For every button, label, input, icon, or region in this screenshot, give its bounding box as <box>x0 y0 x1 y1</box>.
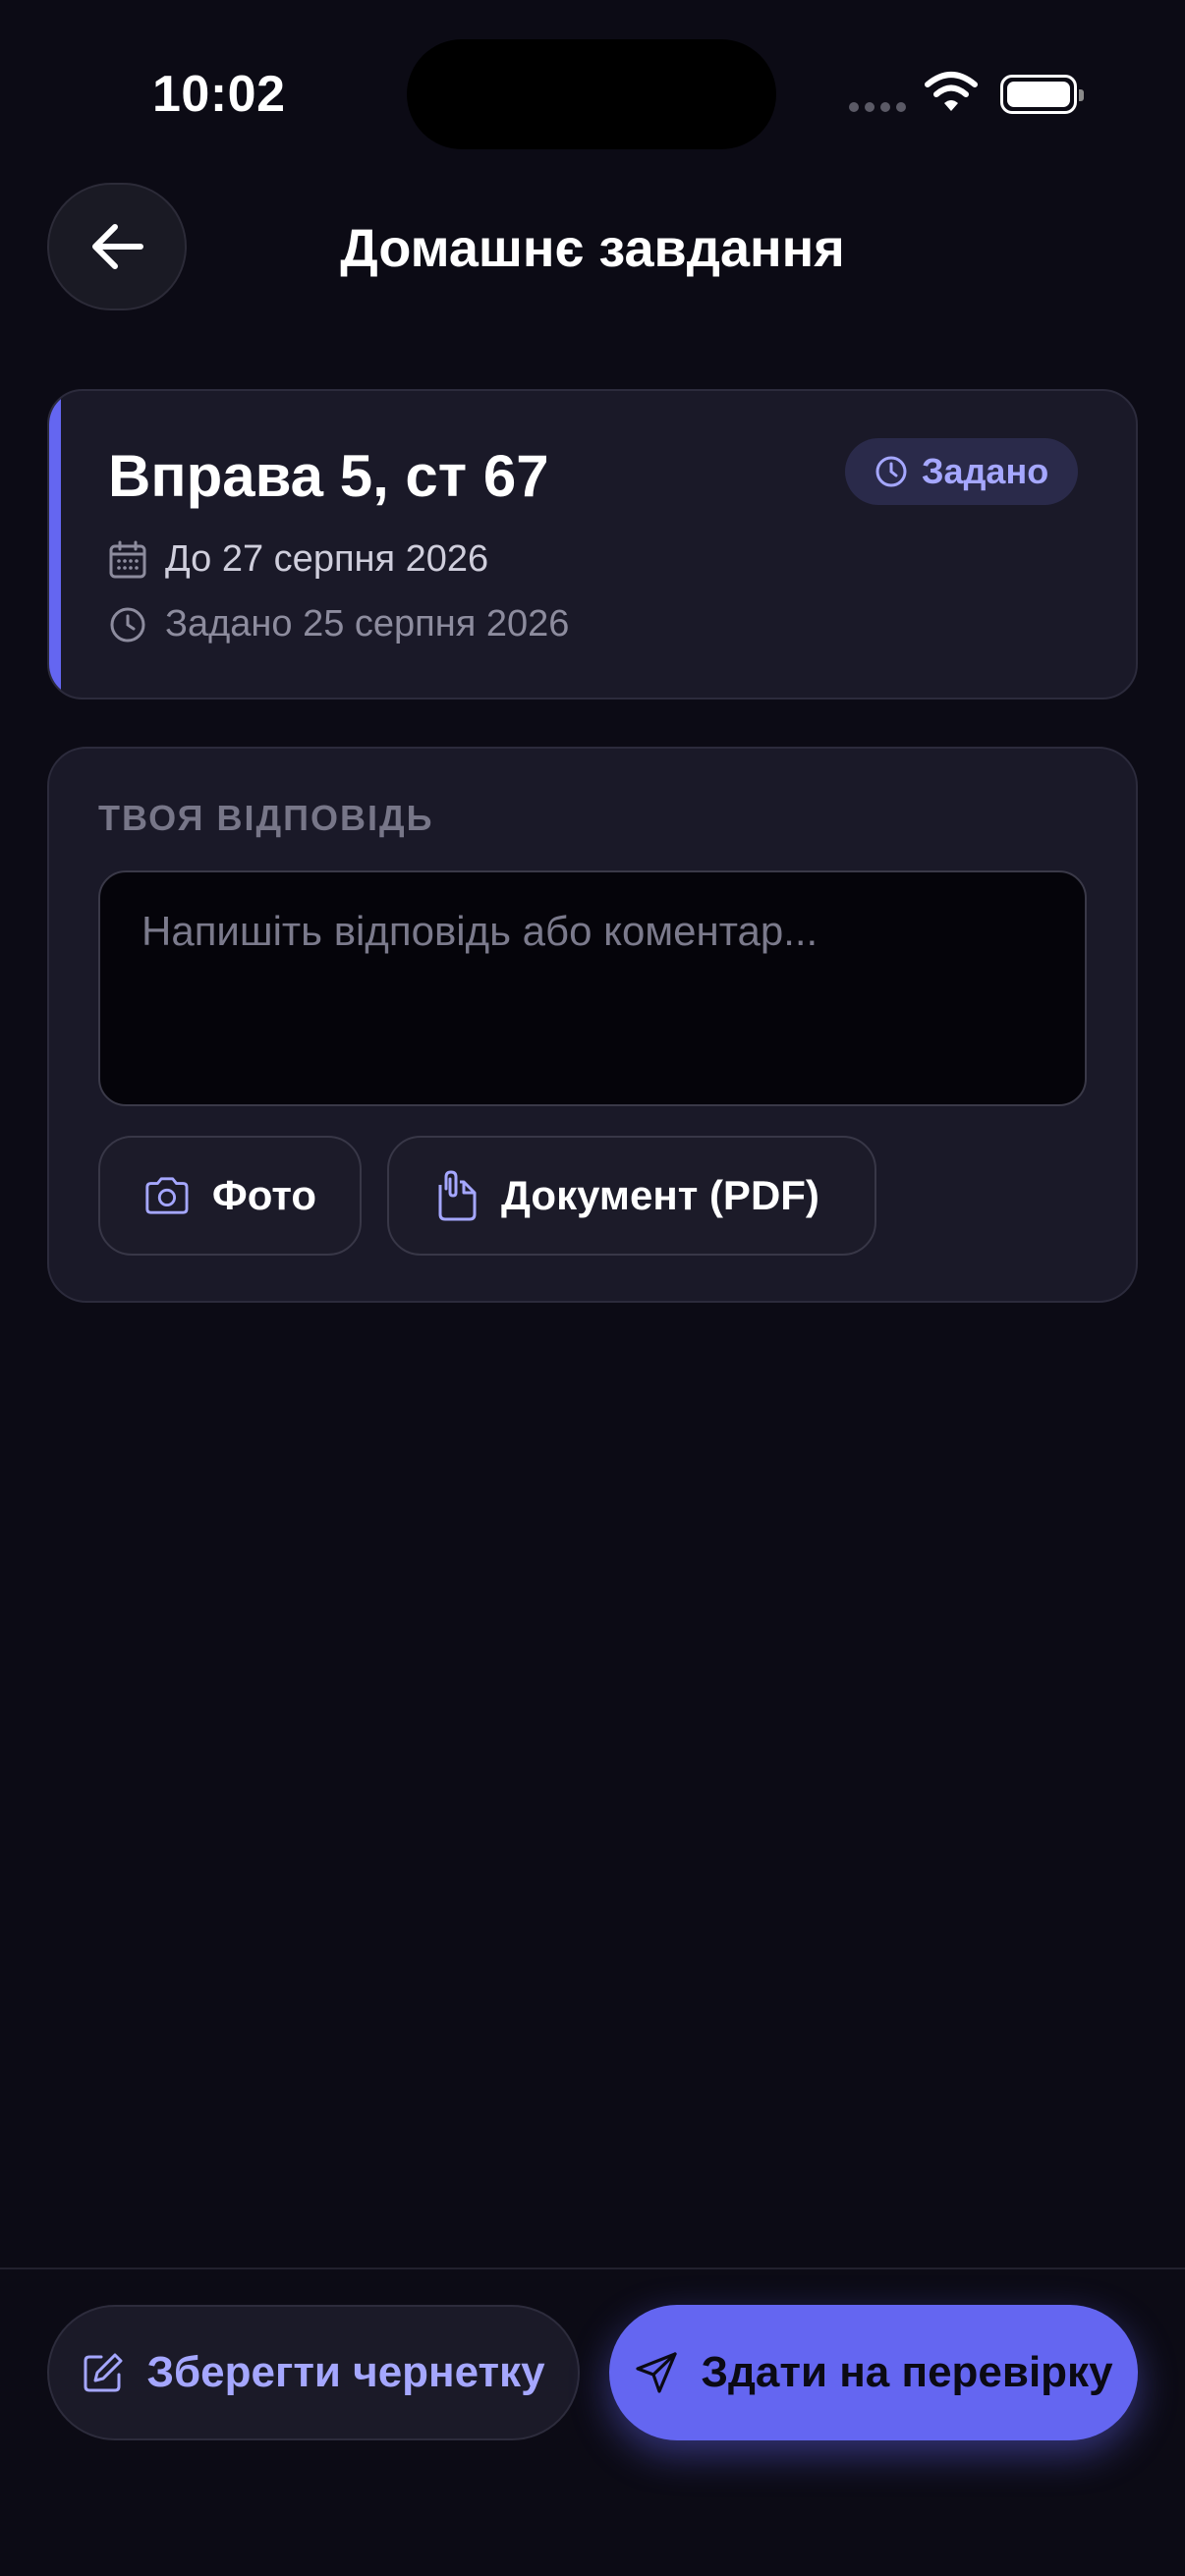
status-badge-label: Задано <box>922 451 1049 491</box>
save-draft-button[interactable]: Зберегти чернетку <box>47 2305 580 2440</box>
send-icon <box>636 2352 678 2393</box>
document-button[interactable]: Документ (PDF) <box>387 1136 876 1256</box>
task-title: Вправа 5, ст 67 <box>108 443 549 509</box>
task-due-label: До 27 серпня 2026 <box>165 538 489 580</box>
clock-icon <box>875 456 907 487</box>
status-badge: Задано <box>845 438 1079 505</box>
task-card: Вправа 5, ст 67 Задано До 27 серпня 2026… <box>47 389 1138 700</box>
edit-icon <box>84 2353 123 2392</box>
task-assigned-label: Задано 25 серпня 2026 <box>165 603 570 644</box>
submit-button[interactable]: Здати на перевірку <box>609 2305 1138 2440</box>
task-accent-bar <box>49 391 61 698</box>
submit-label: Здати на перевірку <box>701 2348 1113 2396</box>
document-button-label: Документ (PDF) <box>501 1172 819 1218</box>
cellular-signal-icon <box>849 102 906 112</box>
save-draft-label: Зберегти чернетку <box>146 2348 545 2396</box>
task-due-date: До 27 серпня 2026 <box>108 538 488 581</box>
battery-icon <box>1000 75 1084 114</box>
calendar-icon <box>109 540 146 578</box>
clock-icon <box>110 607 145 642</box>
bottom-bar-divider <box>0 2268 1185 2269</box>
answer-input[interactable] <box>98 870 1087 1106</box>
task-assigned-date: Задано 25 серпня 2026 <box>108 603 569 645</box>
status-time: 10:02 <box>152 66 286 123</box>
answer-section-label: ТВОЯ ВІДПОВІДЬ <box>98 798 434 838</box>
wifi-icon <box>925 72 978 111</box>
dynamic-island <box>407 39 776 149</box>
photo-button[interactable]: Фото <box>98 1136 362 1256</box>
page-title: Домашнє завдання <box>340 219 845 278</box>
photo-button-label: Фото <box>211 1172 316 1218</box>
document-attach-icon <box>438 1170 477 1221</box>
camera-icon <box>145 1177 189 1214</box>
answer-card: ТВОЯ ВІДПОВІДЬ Фото Документ (PDF) <box>47 747 1138 1303</box>
